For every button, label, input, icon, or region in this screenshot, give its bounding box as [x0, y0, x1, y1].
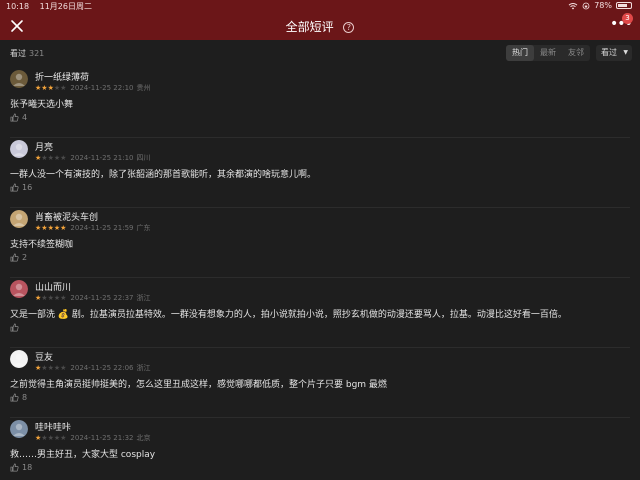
- review-region: 北京: [136, 434, 151, 442]
- wifi-icon: [568, 2, 578, 9]
- review-meta: ★ ★ ★ ★ ★ 2024-11-25 22:37 浙江: [35, 293, 151, 303]
- status-bar: 10:18 11月26日周二 78%: [0, 0, 640, 12]
- rating-stars: ★ ★ ★ ★ ★: [35, 223, 67, 232]
- watched-label: 看过: [10, 49, 26, 58]
- review-content: 之前觉得主角演员挺帅挺美的，怎么这里丑成这样，感觉哪哪都低质，整个片子只要 bg…: [10, 380, 387, 390]
- thumbs-up-icon: [10, 113, 19, 122]
- rating-stars: ★ ★ ★ ★ ★: [35, 433, 67, 442]
- username[interactable]: 折一纸绿薄荷: [35, 70, 89, 83]
- page-title: 全部短评: [285, 20, 334, 34]
- review-content: 张予曦天选小舞: [10, 100, 74, 110]
- star-icon: ★: [60, 433, 67, 442]
- avatar[interactable]: [10, 280, 28, 298]
- star-icon: ★: [60, 293, 67, 302]
- watched-filter-dropdown[interactable]: 看过 ▼: [596, 45, 632, 61]
- avatar[interactable]: [10, 350, 28, 368]
- avatar[interactable]: [10, 420, 28, 438]
- like-count: 4: [22, 113, 28, 122]
- thumbs-up-icon: [10, 463, 19, 472]
- avatar[interactable]: [10, 140, 28, 158]
- star-icon: ★: [60, 363, 67, 372]
- thumbs-up-icon: [10, 183, 19, 192]
- username[interactable]: 月亮: [35, 140, 53, 153]
- review-content: 救……男主好丑，大家大型 cosplay: [10, 450, 156, 460]
- star-icon: ★: [60, 83, 67, 92]
- tab-friends[interactable]: 友邻: [562, 45, 590, 61]
- avatar[interactable]: [10, 70, 28, 88]
- thumbs-up-icon: [10, 253, 19, 262]
- chevron-down-icon: ▼: [623, 49, 628, 56]
- like-count: 18: [22, 463, 33, 472]
- like-count: 16: [22, 183, 33, 192]
- notification-badge: 3: [622, 13, 633, 24]
- review-meta: ★ ★ ★ ★ ★ 2024-11-25 21:59 广东: [35, 223, 151, 233]
- sort-tabs: 热门 最新 友邻: [506, 45, 590, 61]
- battery-percent: 78%: [594, 1, 612, 10]
- like-count: 2: [22, 253, 28, 262]
- username[interactable]: 山山而川: [35, 280, 71, 293]
- review-list: 折一纸绿薄荷 ★ ★ ★ ★ ★ 2024-11-25 22:10 贵州 张予曦天选小舞 4 月亮 ★…: [0, 68, 640, 480]
- tab-latest[interactable]: 最新: [534, 45, 562, 61]
- review-content: 又是一部洗 💰 剧。拉基演员拉基特效。一群没有想象力的人，拍小说就拍小说，照抄玄…: [10, 310, 567, 320]
- review-date: 2024-11-25 22:10: [70, 84, 134, 92]
- status-date: 11月26日周二: [39, 2, 92, 11]
- rating-stars: ★ ★ ★ ★ ★: [35, 83, 67, 92]
- review-item[interactable]: 哇咔哇咔 ★ ★ ★ ★ ★ 2024-11-25 21:32 北京救……男主好丑，大家大型 …: [10, 418, 630, 480]
- review-item[interactable]: 山山而川 ★ ★ ★ ★ ★ 2024-11-25 22:37 浙江又是一部洗 💰 剧。拉基演…: [10, 278, 630, 348]
- star-icon: ★: [60, 153, 67, 162]
- battery-icon: [616, 2, 632, 9]
- review-region: 浙江: [136, 364, 151, 372]
- star-icon: ★: [60, 223, 67, 232]
- top-header: 10:18 11月26日周二 78% 全部短评 ? ••• 3: [0, 0, 640, 40]
- like-button[interactable]: 2: [10, 253, 27, 262]
- review-content: 一群人没一个有演技的，除了张韶涵的那首歌能听，其余都演的啥玩意儿啊。: [10, 170, 317, 180]
- review-date: 2024-11-25 22:37: [70, 294, 134, 302]
- watched-count: 321: [29, 49, 45, 58]
- review-meta: ★ ★ ★ ★ ★ 2024-11-25 21:32 北京: [35, 433, 151, 443]
- review-region: 四川: [136, 154, 151, 162]
- thumbs-up-icon: [10, 323, 19, 332]
- watched-count-label: 看过 321: [10, 48, 44, 59]
- review-content: 支持不续签糊咖: [10, 240, 74, 250]
- review-meta: ★ ★ ★ ★ ★ 2024-11-25 22:10 贵州: [35, 83, 151, 93]
- review-item[interactable]: 豆友 ★ ★ ★ ★ ★ 2024-11-25 22:06 浙江之前觉得主角演员挺帅挺美的，怎…: [10, 348, 630, 418]
- like-button[interactable]: [10, 323, 22, 332]
- help-icon[interactable]: ?: [343, 22, 355, 33]
- status-left: 10:18 11月26日周二: [6, 1, 100, 12]
- review-item[interactable]: 月亮 ★ ★ ★ ★ ★ 2024-11-25 21:10 四川一群人没一个有演技的，除了张韶…: [10, 138, 630, 208]
- review-date: 2024-11-25 21:10: [70, 154, 134, 162]
- rating-stars: ★ ★ ★ ★ ★: [35, 363, 67, 372]
- review-region: 浙江: [136, 294, 151, 302]
- review-item[interactable]: 肖畜被泥头车创 ★ ★ ★ ★ ★ 2024-11-25 21:59 广东支持不续签糊咖 2: [10, 208, 630, 278]
- page-title-wrap: 全部短评 ?: [0, 18, 640, 35]
- username[interactable]: 哇咔哇咔: [35, 420, 71, 433]
- review-meta: ★ ★ ★ ★ ★ 2024-11-25 22:06 浙江: [35, 363, 151, 373]
- rating-stars: ★ ★ ★ ★ ★: [35, 153, 67, 162]
- like-button[interactable]: 8: [10, 393, 27, 402]
- like-count: 8: [22, 393, 28, 402]
- thumbs-up-icon: [10, 393, 19, 402]
- review-item[interactable]: 折一纸绿薄荷 ★ ★ ★ ★ ★ 2024-11-25 22:10 贵州张予曦天选小舞 4: [10, 68, 630, 138]
- battery-fill: [618, 4, 628, 7]
- filter-bar: 看过 321 热门 最新 友邻 看过 ▼: [0, 40, 640, 68]
- watched-filter-value: 看过: [601, 48, 617, 57]
- like-button[interactable]: 4: [10, 113, 27, 122]
- like-button[interactable]: 18: [10, 463, 32, 472]
- review-date: 2024-11-25 22:06: [70, 364, 134, 372]
- avatar[interactable]: [10, 210, 28, 228]
- lock-rotation-icon: [582, 2, 590, 9]
- review-date: 2024-11-25 21:59: [70, 224, 134, 232]
- rating-stars: ★ ★ ★ ★ ★: [35, 293, 67, 302]
- status-time: 10:18: [6, 2, 30, 11]
- review-meta: ★ ★ ★ ★ ★ 2024-11-25 21:10 四川: [35, 153, 151, 163]
- like-button[interactable]: 16: [10, 183, 32, 192]
- review-region: 广东: [136, 224, 151, 232]
- username[interactable]: 豆友: [35, 350, 53, 363]
- review-date: 2024-11-25 21:32: [70, 434, 134, 442]
- username[interactable]: 肖畜被泥头车创: [35, 210, 98, 223]
- tab-hot[interactable]: 热门: [506, 45, 534, 61]
- review-region: 贵州: [136, 84, 151, 92]
- status-right: 78%: [568, 1, 632, 10]
